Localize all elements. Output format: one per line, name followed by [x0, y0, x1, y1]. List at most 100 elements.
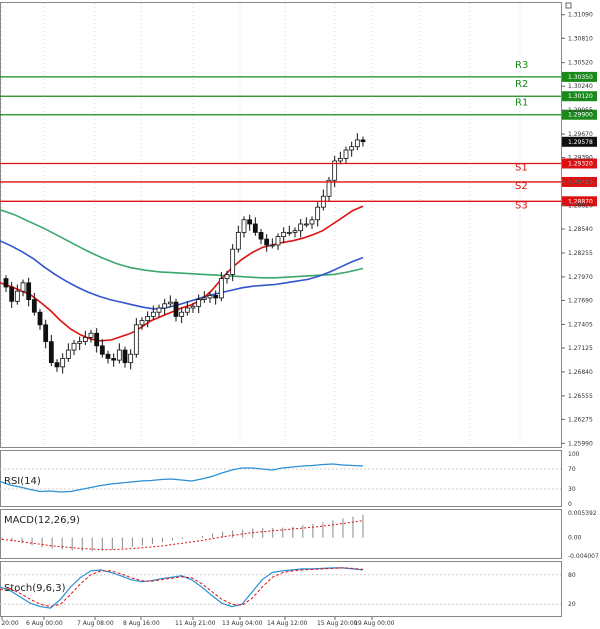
y-tick-label: 1.27125	[568, 345, 593, 352]
candle-body	[269, 244, 275, 247]
candle-body	[105, 353, 111, 359]
y-tick-label: 1.30240	[568, 83, 593, 90]
candle-body	[60, 358, 66, 368]
candle-body	[258, 231, 264, 240]
level-name-r2: R2	[515, 79, 528, 90]
rsi-tick-label: 30	[568, 486, 576, 493]
y-tick-label: 1.28255	[568, 250, 593, 257]
candle-body	[275, 236, 281, 246]
candle-body	[122, 349, 128, 364]
candle-body	[196, 299, 202, 307]
candle-body	[14, 290, 20, 302]
candle-body	[241, 219, 247, 233]
candle-body	[337, 158, 343, 162]
candle-body	[309, 219, 315, 225]
candle-body	[116, 349, 122, 361]
candle-body	[77, 341, 83, 344]
level-name-s2: S2	[515, 181, 528, 192]
rsi-tick-label: 70	[568, 466, 576, 473]
candle-body	[252, 223, 258, 233]
x-tick-label: 19 Aug 00:00	[354, 620, 395, 627]
candle-body	[173, 301, 179, 317]
y-tick-label: 1.29100	[568, 179, 593, 186]
corner-marker-icon	[565, 2, 572, 9]
x-tick-label: 7 Aug 08:00	[77, 620, 114, 627]
stoch-tick-label: 20	[568, 601, 576, 608]
stoch-panel	[0, 561, 562, 617]
level-price-label: 1.30120	[568, 93, 593, 100]
candle-body	[156, 307, 162, 313]
stoch-tick-label: 80	[568, 572, 576, 579]
y-tick-label: 1.28820	[568, 202, 593, 209]
candle-body	[133, 324, 139, 355]
candle-body	[230, 248, 236, 275]
y-tick-label: 1.27405	[568, 321, 593, 328]
last-price-label: 1.29578	[568, 139, 593, 146]
x-tick-label: 14 Aug 12:00	[267, 620, 308, 627]
candle-body	[326, 179, 332, 197]
candle-body	[247, 219, 253, 225]
candle-body	[43, 324, 49, 343]
x-tick-label: 6 Aug 00:00	[26, 620, 63, 627]
y-tick-label: 1.26555	[568, 393, 593, 400]
x-tick-label: 13 Aug 04:00	[222, 620, 263, 627]
candle-body	[3, 278, 9, 288]
candle-body	[218, 278, 224, 299]
candle-body	[65, 349, 71, 359]
level-price-label: 1.30350	[568, 74, 593, 81]
candle-body	[9, 286, 15, 302]
x-tick-label: 8 Aug 16:00	[123, 620, 160, 627]
rsi-label: RSI(14)	[4, 476, 41, 487]
candle-body	[145, 316, 151, 322]
candle-body	[349, 146, 355, 151]
candle-body	[292, 230, 298, 233]
candle-body	[162, 303, 168, 309]
x-tick-label: 15 Aug 20:00	[317, 620, 358, 627]
candle-body	[37, 311, 43, 326]
candle-body	[190, 305, 196, 309]
y-tick-label: 1.28540	[568, 226, 593, 233]
candle-body	[315, 206, 321, 221]
y-tick-label: 1.27970	[568, 274, 593, 281]
candle-body	[264, 238, 270, 246]
macd-tick-label: -0.004007	[568, 553, 599, 560]
candle-body	[235, 231, 241, 250]
x-tick-label: 5 Aug 20:00	[0, 620, 19, 627]
candle-body	[207, 295, 213, 299]
price-panel	[0, 2, 562, 448]
candle-body	[82, 337, 88, 343]
y-tick-label: 1.31090	[568, 12, 593, 19]
candle-body	[26, 282, 32, 301]
candle-body	[167, 301, 173, 305]
candle-body	[71, 342, 77, 351]
level-name-r1: R1	[515, 98, 528, 109]
candle-body	[201, 297, 207, 301]
y-tick-label: 1.26840	[568, 369, 593, 376]
candle-body	[99, 345, 105, 355]
level-name-s3: S3	[515, 200, 528, 211]
rsi-tick-label: 100	[568, 451, 580, 458]
candle-body	[281, 231, 287, 237]
candle-body	[54, 362, 60, 368]
y-tick-label: 1.29390	[568, 155, 593, 162]
candle-body	[354, 139, 360, 148]
candle-body	[94, 332, 100, 347]
candle-body	[150, 311, 156, 317]
candle-body	[303, 223, 309, 226]
y-tick-label: 1.30810	[568, 35, 593, 42]
candle-body	[31, 299, 37, 313]
candle-body	[298, 223, 304, 232]
y-tick-label: 1.26275	[568, 416, 593, 423]
y-tick-label: 1.30520	[568, 60, 593, 67]
candle-body	[139, 320, 145, 326]
y-tick-label: 1.25990	[568, 440, 593, 447]
macd-tick-label: 0.005392	[568, 510, 597, 517]
y-tick-label: 1.29955	[568, 107, 593, 114]
candle-body	[179, 311, 185, 317]
candle-body	[128, 353, 134, 364]
rsi-tick-label: 0	[568, 501, 572, 508]
candle-body	[343, 149, 349, 159]
level-name-r3: R3	[515, 60, 528, 71]
candle-body	[224, 274, 230, 280]
candle-body	[286, 231, 292, 234]
